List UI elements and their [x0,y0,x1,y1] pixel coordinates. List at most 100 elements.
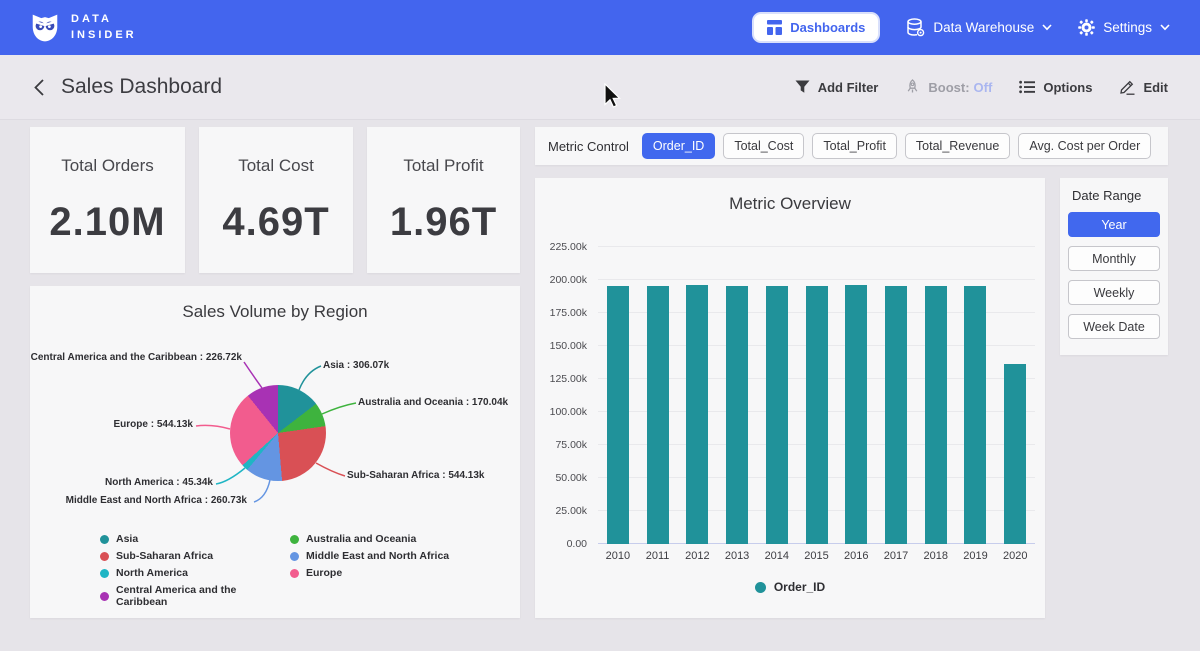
y-tick-label: 125.00k [550,373,587,385]
metric-chip-total-revenue[interactable]: Total_Revenue [905,133,1010,159]
legend-swatch [290,535,299,544]
bar-2010[interactable] [607,286,629,544]
page-title: Sales Dashboard [61,75,222,99]
y-tick-label: 100.00k [550,406,587,418]
y-tick-label: 225.00k [550,241,587,253]
pie-label-australia-and-oceania: Australia and Oceania : 170.04k [358,397,508,408]
options-button[interactable]: Options [1019,80,1092,95]
data-warehouse-menu[interactable]: Data Warehouse [906,18,1052,37]
pie-label-asia: Asia : 306.07k [323,360,389,371]
pie-legend-item[interactable]: Europe [290,567,480,579]
legend-label: Europe [306,567,342,579]
dashboards-label: Dashboards [790,20,865,35]
bar-2015[interactable] [806,286,828,544]
legend-swatch [100,552,109,561]
x-tick-label: 2016 [836,550,876,562]
date-range-monthly-button[interactable]: Monthly [1068,246,1160,271]
pie-legend-item[interactable]: Middle East and North Africa [290,550,480,562]
bar-column [797,247,837,544]
legend-swatch [100,535,109,544]
legend-label: Australia and Oceania [306,533,416,545]
bar-2013[interactable] [726,286,748,544]
date-range-year-button[interactable]: Year [1068,212,1160,237]
filter-funnel-icon [795,80,810,94]
app-window: DATA INSIDER Dashboards [0,0,1200,651]
bar-column [956,247,996,544]
kpi-card-total-profit: Total Profit 1.96T [367,127,520,273]
page-header: Sales Dashboard Add Filter Boost: Off [0,55,1200,120]
metric-control-label: Metric Control [548,139,629,154]
sales-volume-by-region-card: Sales Volume by Region Asia : 306.07k Au… [30,286,520,618]
kpi-label: Total Cost [238,156,314,176]
bar-column [995,247,1035,544]
back-button[interactable] [32,78,45,97]
settings-menu[interactable]: Settings [1078,19,1170,36]
pie-label-sub-saharan-africa: Sub-Saharan Africa : 544.13k [347,470,484,481]
metric-chip-total-cost[interactable]: Total_Cost [723,133,804,159]
x-tick-label: 2018 [916,550,956,562]
metric-chip-avg-cost-per-order[interactable]: Avg. Cost per Order [1018,133,1151,159]
top-navbar: DATA INSIDER Dashboards [0,0,1200,55]
y-tick-label: 50.00k [555,472,587,484]
pie-label-middle-east-and-north-africa: Middle East and North Africa : 260.73k [66,495,247,506]
legend-swatch [290,569,299,578]
bar-column [638,247,678,544]
kpi-card-total-cost: Total Cost 4.69T [199,127,353,273]
bar-y-axis: 0.0025.00k50.00k75.00k100.00k125.00k150.… [535,247,587,544]
bar-legend-label: Order_ID [774,580,825,594]
legend-label: North America [116,567,188,579]
date-range-title: Date Range [1072,188,1160,203]
list-options-icon [1019,80,1035,94]
bar-legend[interactable]: Order_ID [535,580,1045,594]
bar-2014[interactable] [766,286,788,544]
bars-container [598,247,1035,544]
bar-2016[interactable] [845,285,867,544]
bar-x-axis: 2010201120122013201420152016201720182019… [598,550,1035,562]
chevron-down-icon [1042,24,1052,31]
pie-legend-item[interactable]: Central America and the Caribbean [100,584,290,608]
bar-column [677,247,717,544]
boost-value: Off [974,80,993,95]
y-tick-label: 150.00k [550,340,587,352]
bar-2020[interactable] [1004,364,1026,544]
date-range-weekly-button[interactable]: Weekly [1068,280,1160,305]
bar-column [836,247,876,544]
legend-label: Asia [116,533,138,545]
metric-control-bar: Metric Control Order_ID Total_Cost Total… [535,127,1168,165]
x-tick-label: 2010 [598,550,638,562]
brand-logo[interactable]: DATA INSIDER [30,12,137,44]
boost-toggle[interactable]: Boost: Off [905,79,992,95]
bar-column [757,247,797,544]
bar-2011[interactable] [647,286,669,544]
pie-chart-title: Sales Volume by Region [30,302,520,322]
pie-label-europe: Europe : 544.13k [114,419,193,430]
chevron-down-icon [1160,24,1170,31]
x-tick-label: 2014 [757,550,797,562]
bar-2017[interactable] [885,286,907,544]
bar-2018[interactable] [925,286,947,544]
edit-button[interactable]: Edit [1119,79,1168,95]
date-range-week-date-button[interactable]: Week Date [1068,314,1160,339]
kpi-label: Total Orders [61,156,154,176]
bar-2019[interactable] [964,286,986,544]
legend-swatch [100,569,109,578]
pie-legend-item[interactable]: Sub-Saharan Africa [100,550,290,562]
x-tick-label: 2015 [797,550,837,562]
x-tick-label: 2019 [956,550,996,562]
bar-2012[interactable] [686,285,708,544]
database-icon [906,18,925,37]
add-filter-button[interactable]: Add Filter [795,80,879,95]
pie-legend-item[interactable]: Australia and Oceania [290,533,480,545]
pie-chart[interactable] [230,385,326,481]
pencil-icon [1119,79,1135,95]
date-range-card: Date Range Year Monthly Weekly Week Date [1060,178,1168,355]
x-tick-label: 2020 [995,550,1035,562]
x-tick-label: 2013 [717,550,757,562]
pie-legend-item[interactable]: North America [100,567,290,579]
metric-chip-total-profit[interactable]: Total_Profit [812,133,897,159]
metric-chip-order-id[interactable]: Order_ID [642,133,715,159]
dashboards-button[interactable]: Dashboards [752,12,880,43]
pie-legend-item[interactable]: Asia [100,533,290,545]
pie-label-central-america: Central America and the Caribbean : 226.… [31,352,242,363]
bar-column [598,247,638,544]
